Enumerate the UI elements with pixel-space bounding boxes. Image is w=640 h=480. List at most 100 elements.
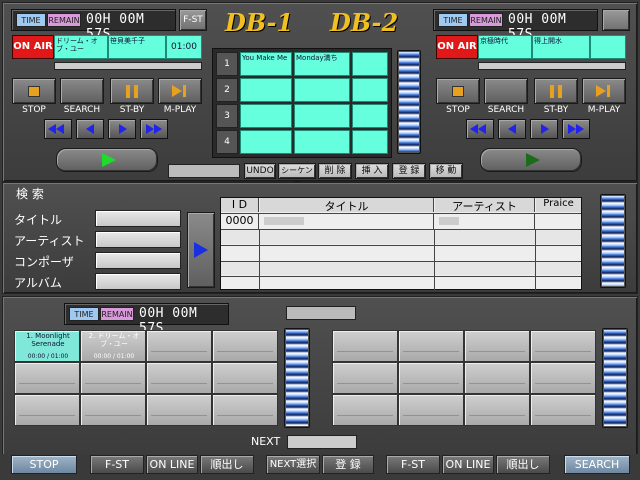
cart-cell[interactable] — [398, 362, 464, 394]
results-scroll-fader[interactable] — [600, 194, 626, 288]
cue-row-1[interactable]: 1 You Make Me Monday満ち — [216, 52, 388, 76]
cart-cell[interactable] — [80, 362, 146, 394]
cart-cell[interactable] — [146, 362, 212, 394]
sequence-button[interactable]: シーケンス — [278, 163, 316, 189]
left-online-button[interactable]: ON LINE — [146, 455, 198, 474]
left-remain-pill[interactable]: REMAIN — [47, 13, 81, 27]
cart-cell[interactable] — [332, 362, 398, 394]
register-button[interactable]: 登 録 — [392, 163, 426, 179]
cue-artist — [294, 130, 350, 154]
left-rewind-button[interactable] — [44, 119, 72, 139]
left-time-pill[interactable]: TIME — [16, 13, 46, 27]
cart-cell[interactable] — [80, 394, 146, 426]
cart-cell[interactable] — [212, 330, 278, 362]
cart-cell[interactable] — [464, 394, 530, 426]
table-row[interactable] — [221, 276, 581, 290]
forward-icon — [568, 124, 576, 134]
col-header-id[interactable]: I D — [221, 198, 259, 212]
cart-cell[interactable]: 2. ドリーム・オブ・ユー 00:00 / 01:00 — [80, 330, 146, 362]
left-forward-button[interactable] — [140, 119, 168, 139]
table-row[interactable]: 0000 — [221, 213, 581, 229]
cue-row-4[interactable]: 4 — [216, 130, 388, 154]
edit-status-field — [168, 164, 240, 178]
cart-cell[interactable] — [146, 330, 212, 362]
right-time-display: TIME REMAIN 00H 00M 57S — [433, 9, 598, 42]
move-button[interactable]: 移 動 — [429, 163, 463, 179]
next-select-button[interactable]: NEXT選択 — [266, 455, 320, 474]
stop-all-button[interactable]: STOP — [11, 455, 77, 474]
table-row[interactable] — [221, 245, 581, 261]
search-go-button[interactable] — [187, 212, 215, 288]
right-online-button[interactable]: ON LINE — [442, 455, 494, 474]
insert-button[interactable]: 挿 入 — [355, 163, 389, 179]
cart-cell[interactable] — [530, 394, 596, 426]
left-stop-button[interactable] — [12, 78, 56, 104]
right-stop-button[interactable] — [436, 78, 480, 104]
cart-cell[interactable] — [146, 394, 212, 426]
right-time-pill[interactable]: TIME — [438, 13, 468, 27]
right-next-button[interactable] — [530, 119, 558, 139]
cell-title — [260, 214, 434, 229]
cart-cell[interactable] — [332, 330, 398, 362]
album-input[interactable] — [95, 273, 181, 290]
search-heading: 検 索 — [16, 187, 44, 201]
right-mplay-button[interactable] — [582, 78, 626, 104]
cue-scroll-fader[interactable] — [397, 50, 421, 154]
right-prev-button[interactable] — [498, 119, 526, 139]
right-fst-button[interactable] — [602, 9, 630, 31]
left-fst-bar-button[interactable]: F-ST — [90, 455, 144, 474]
search-all-button[interactable]: SEARCH — [564, 455, 630, 474]
delete-button[interactable]: 削 除 — [318, 163, 352, 179]
left-stby-button[interactable] — [110, 78, 154, 104]
cue-title — [240, 78, 292, 102]
cart-cell[interactable] — [14, 362, 80, 394]
cart-time: 00:00 / 01:00 — [93, 353, 135, 360]
cell-artist — [435, 214, 535, 229]
undo-button[interactable]: UNDO — [244, 163, 276, 179]
right-fst-bar-button[interactable]: F-ST — [386, 455, 440, 474]
cart-register-button[interactable]: 登 録 — [322, 455, 374, 474]
composer-input[interactable] — [95, 252, 181, 269]
cue-row-3[interactable]: 3 — [216, 104, 388, 128]
cue-row-2[interactable]: 2 — [216, 78, 388, 102]
col-header-artist[interactable]: アーティスト — [435, 198, 535, 213]
title-input[interactable] — [95, 210, 181, 227]
left-mplay-button[interactable] — [158, 78, 202, 104]
right-forward-button[interactable] — [562, 119, 590, 139]
col-header-price[interactable]: Praice — [536, 198, 581, 212]
right-order-button[interactable]: 順出し — [496, 455, 550, 474]
cart-cell[interactable] — [530, 362, 596, 394]
cart-cell[interactable] — [398, 330, 464, 362]
cart-cell[interactable]: 1. Moonlight Serenade 00:00 / 01:00 — [14, 330, 80, 362]
left-track-title: ドリーム・オブ・ユー — [54, 35, 108, 59]
table-row[interactable] — [221, 229, 581, 245]
left-order-button[interactable]: 順出し — [200, 455, 254, 474]
cart-cell[interactable] — [212, 362, 278, 394]
left-fst-button[interactable]: F-ST — [179, 9, 207, 31]
cart-cell[interactable] — [332, 394, 398, 426]
cart-time-pill[interactable]: TIME — [69, 307, 99, 321]
cart-cell[interactable] — [464, 330, 530, 362]
cart-remain-pill[interactable]: REMAIN — [100, 307, 134, 321]
cart-cell[interactable] — [464, 362, 530, 394]
right-search-button[interactable] — [484, 78, 528, 104]
rewind-icon — [48, 124, 56, 134]
left-cart-fader[interactable] — [284, 328, 310, 428]
artist-input[interactable] — [95, 231, 181, 248]
cart-cell[interactable] — [212, 394, 278, 426]
cart-cell[interactable] — [14, 394, 80, 426]
right-cart-fader[interactable] — [602, 328, 628, 428]
left-search-button[interactable] — [60, 78, 104, 104]
right-remain-pill[interactable]: REMAIN — [469, 13, 503, 27]
right-rewind-button[interactable] — [466, 119, 494, 139]
left-next-button[interactable] — [108, 119, 136, 139]
right-play-button[interactable] — [480, 148, 582, 172]
left-play-button[interactable] — [56, 148, 158, 172]
cart-cell[interactable] — [398, 394, 464, 426]
col-header-title[interactable]: タイトル — [260, 198, 434, 213]
right-stby-button[interactable] — [534, 78, 578, 104]
table-row[interactable] — [221, 261, 581, 276]
cart-cell[interactable] — [530, 330, 596, 362]
cue-artist — [294, 78, 350, 102]
left-prev-button[interactable] — [76, 119, 104, 139]
